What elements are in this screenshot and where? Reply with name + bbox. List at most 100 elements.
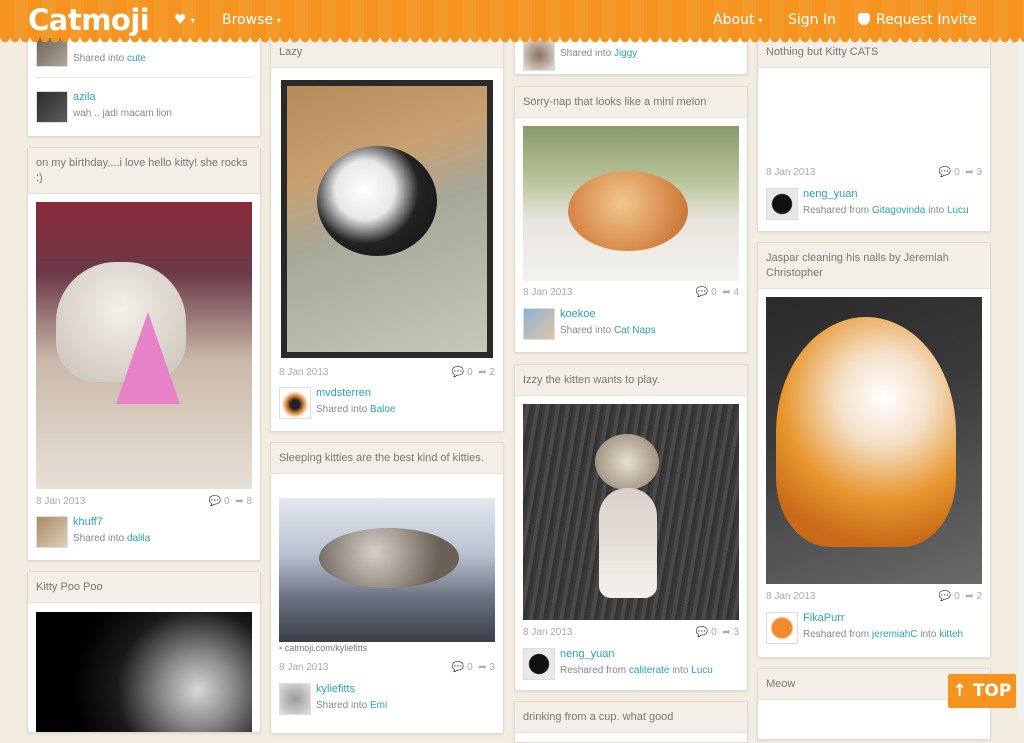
comment-icon[interactable]: 💬	[696, 627, 708, 638]
cat-figure	[317, 146, 437, 256]
pin-card: Nothing but Kitty CATS 8 Jan 2013 💬 0 ➦ …	[757, 30, 991, 232]
avatar[interactable]	[279, 683, 311, 715]
pin-card: Sorry-nap that looks like a mini melon 8…	[514, 86, 748, 353]
pin-image[interactable]	[36, 612, 252, 732]
source-user-link[interactable]: Gitagovinda	[872, 205, 925, 216]
about-menu[interactable]: About ▾	[713, 12, 762, 28]
chevron-down-icon: ▾	[276, 15, 281, 25]
username-link[interactable]: koekoe	[560, 308, 595, 320]
pin-image[interactable]	[523, 404, 739, 620]
image-source-link[interactable]: catmoji.com/kyliefitts	[285, 643, 368, 653]
favorites-menu[interactable]: ♥ ▾	[174, 12, 195, 28]
pin-image[interactable]	[36, 202, 252, 489]
pin-date: 8 Jan 2013	[523, 287, 573, 298]
username-link[interactable]: khuff7	[73, 516, 103, 528]
board-link[interactable]: kitteh	[939, 629, 963, 640]
heart-icon: ♥	[174, 12, 187, 28]
avatar[interactable]	[766, 188, 798, 220]
pin-title: Jaspar cleaning his nails by Jeremiah Ch…	[758, 243, 990, 289]
back-to-top-button[interactable]: ↑ TOP	[948, 674, 1016, 708]
reshare-count: 8	[246, 496, 252, 507]
pin-card: on my birthday....i love hello kitty! sh…	[27, 147, 261, 561]
avatar[interactable]	[523, 308, 555, 340]
pin-card: drinking from a cup. what good	[514, 701, 748, 743]
page-scrollbar[interactable]	[1018, 0, 1024, 720]
reshare-icon[interactable]: ➦	[478, 367, 486, 378]
comment-count: 0	[954, 167, 960, 178]
comment-icon[interactable]: 💬	[939, 167, 951, 178]
catmoji-logo[interactable]: Catmoji	[28, 3, 150, 37]
reshare-icon[interactable]: ➦	[478, 662, 486, 673]
username-link[interactable]: kyliefitts	[316, 683, 355, 695]
comment-icon[interactable]: 💬	[209, 496, 221, 507]
board-link[interactable]: Emi	[370, 700, 387, 711]
pin-title: drinking from a cup. what good	[515, 702, 747, 733]
cat-body	[599, 488, 657, 598]
comment-icon[interactable]: 💬	[696, 287, 708, 298]
reshare-icon[interactable]: ➦	[235, 496, 243, 507]
username-link[interactable]: neng_yuan	[560, 648, 614, 660]
comment-count: 0	[467, 367, 473, 378]
source-user-link[interactable]: caliterate	[629, 665, 670, 676]
username-link[interactable]: mvdsterren	[316, 387, 371, 399]
board-link[interactable]: cute	[127, 53, 146, 64]
browse-menu[interactable]: Browse ▾	[222, 12, 281, 28]
pin-image[interactable]	[766, 297, 982, 584]
username-link[interactable]: azila	[73, 91, 96, 103]
comment-icon[interactable]: 💬	[939, 591, 951, 602]
board-link[interactable]: Baloe	[370, 404, 396, 415]
reshare-icon[interactable]: ➦	[965, 167, 973, 178]
pin-title: Kitty Poo Poo	[28, 572, 260, 603]
reshare-icon[interactable]: ➦	[722, 287, 730, 298]
catmoji-source-icon: ▪	[279, 643, 283, 653]
reshare-icon[interactable]: ➦	[722, 627, 730, 638]
comment-count: 0	[224, 496, 230, 507]
pin-card: Jaspar cleaning his nails by Jeremiah Ch…	[757, 242, 991, 658]
source-user-link[interactable]: jeremiahC	[872, 629, 918, 640]
chevron-down-icon: ▾	[758, 15, 763, 25]
chevron-down-icon: ▾	[190, 15, 195, 25]
reshare-count: 3	[733, 627, 739, 638]
pin-card: Lazy 8 Jan 2013 💬 0 ➦ 2 mvdsterren Share…	[270, 30, 504, 432]
reshare-count: 3	[976, 167, 982, 178]
request-invite-link[interactable]: Request Invite	[858, 12, 977, 28]
avatar[interactable]	[523, 648, 555, 680]
pin-image[interactable]	[281, 80, 493, 358]
cat-figure	[319, 528, 459, 588]
avatar[interactable]	[766, 612, 798, 644]
board-link[interactable]: Lucu	[691, 665, 713, 676]
avatar[interactable]	[36, 91, 68, 123]
pin-card: Kitty Poo Poo	[27, 571, 261, 733]
username-link[interactable]: neng_yuan	[803, 188, 857, 200]
reshare-count: 4	[733, 287, 739, 298]
avatar[interactable]	[279, 387, 311, 419]
username-link[interactable]: FikaPurr	[803, 612, 845, 624]
comment-icon[interactable]: 💬	[452, 662, 464, 673]
pin-date: 8 Jan 2013	[279, 367, 329, 378]
pin-card: Sleeping kitties are the best kind of ki…	[270, 442, 504, 734]
reshare-count: 2	[976, 591, 982, 602]
pin-title: Izzy the kitten wants to play.	[515, 365, 747, 396]
divider	[36, 77, 252, 78]
pin-title: Sorry-nap that looks like a mini melon	[515, 87, 747, 118]
board-link[interactable]: dalila	[127, 533, 150, 544]
avatar[interactable]	[36, 516, 68, 548]
board-link[interactable]: Lucu	[947, 205, 969, 216]
reshare-icon[interactable]: ➦	[965, 591, 973, 602]
sign-in-link[interactable]: Sign In	[788, 12, 836, 28]
reshare-count: 2	[489, 367, 495, 378]
pin-image[interactable]	[279, 498, 495, 642]
pin-image[interactable]	[523, 126, 739, 281]
top-navigation-bar: Catmoji ♥ ▾ Browse ▾ About ▾ Sign In Reques…	[0, 0, 1024, 44]
comment-count: 0	[711, 627, 717, 638]
pin-date: 8 Jan 2013	[766, 167, 816, 178]
cat-head-icon	[858, 13, 870, 25]
comment-count: 0	[954, 591, 960, 602]
board-link[interactable]: Cat Naps	[614, 325, 656, 336]
board-link[interactable]: Jiggy	[614, 48, 637, 59]
pin-date: 8 Jan 2013	[36, 496, 86, 507]
pin-date: 8 Jan 2013	[523, 627, 573, 638]
pin-card: Shared into cute azila wah .. jadi macam…	[27, 30, 261, 137]
comment-icon[interactable]: 💬	[452, 367, 464, 378]
comment-count: 0	[711, 287, 717, 298]
